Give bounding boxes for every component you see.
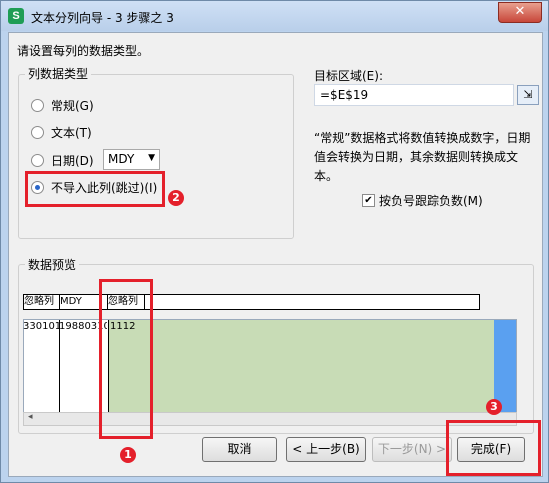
annotation-marker-1: 1	[120, 447, 136, 463]
prompt-text: 请设置每列的数据类型。	[17, 44, 150, 58]
checkmark-icon: ✔	[364, 195, 373, 206]
close-button[interactable]: ✕	[498, 2, 542, 23]
cancel-button[interactable]: 取消	[202, 437, 277, 462]
preview-cell-1: 330101	[23, 321, 59, 332]
negative-checkbox[interactable]: ✔	[362, 194, 375, 207]
range-picker-button[interactable]: ⇲	[517, 85, 539, 105]
next-button[interactable]: 下一步(N) >	[372, 437, 452, 462]
range-picker-icon: ⇲	[523, 88, 533, 101]
dialog-window: S 文本分列向导 - 3 步骤之 3 ✕ 请设置每列的数据类型。 列数据类型 常…	[0, 0, 549, 483]
dialog-body: 请设置每列的数据类型。 列数据类型 常规(G) 文本(T) 日期(D) MDY …	[8, 32, 543, 477]
preview-header-1[interactable]: 忽略列	[23, 294, 61, 310]
date-format-value: MDY	[108, 152, 135, 166]
column-divider	[59, 320, 60, 413]
radio-date-label[interactable]: 日期(D)	[51, 152, 94, 169]
target-range-value: =$E$19	[320, 88, 369, 102]
app-icon: S	[8, 8, 24, 24]
window-title: 文本分列向导 - 3 步骤之 3	[31, 11, 174, 25]
annotation-marker-3: 3	[486, 399, 502, 415]
scroll-left-icon[interactable]: ◂	[28, 412, 33, 422]
date-format-select[interactable]: MDY ▼	[103, 149, 160, 170]
chevron-down-icon: ▼	[148, 153, 155, 163]
radio-text-label[interactable]: 文本(T)	[51, 124, 92, 141]
preview-grid	[23, 319, 517, 414]
title-bar: S 文本分列向导 - 3 步骤之 3 ✕	[1, 1, 548, 31]
back-button[interactable]: < 上一步(B)	[286, 437, 366, 462]
annotation-box-2	[25, 171, 165, 207]
format-description: “常规”数据格式将数值转换成数字，日期值会转换为日期，其余数据则转换成文本。	[314, 131, 531, 183]
radio-general-label[interactable]: 常规(G)	[51, 97, 94, 114]
selected-column-highlight[interactable]	[108, 320, 494, 413]
radio-general[interactable]	[31, 99, 44, 112]
negative-checkbox-label[interactable]: 按负号跟踪负数(M)	[379, 192, 483, 209]
column-type-legend: 列数据类型	[25, 65, 92, 82]
annotation-marker-2: 2	[168, 190, 184, 206]
radio-date[interactable]	[31, 154, 44, 167]
annotation-box-1	[99, 279, 153, 439]
target-range-label: 目标区域(E):	[314, 69, 383, 83]
target-range-input[interactable]: =$E$19	[314, 84, 514, 106]
preview-legend: 数据预览	[25, 256, 80, 273]
horizontal-scrollbar[interactable]: ◂	[23, 412, 517, 426]
close-icon: ✕	[514, 4, 526, 19]
radio-text[interactable]	[31, 126, 44, 139]
annotation-box-3	[446, 420, 541, 476]
